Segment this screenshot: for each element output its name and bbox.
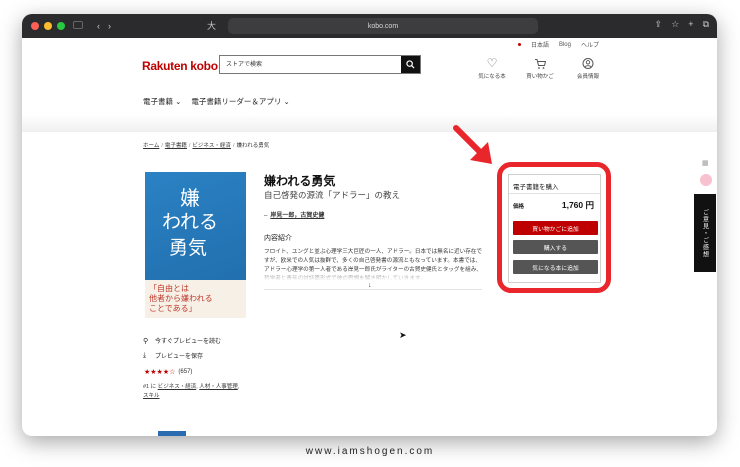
share-icon[interactable]: ⇪ <box>655 19 663 30</box>
browser-toolbar: ‹ › 大 kobo.com ⇪ ☆ + ⧉ <box>22 14 717 38</box>
new-tab-icon[interactable]: + <box>688 19 693 30</box>
header-icons: ♡ 気になる本 買い物かご 会員情報 <box>474 57 606 80</box>
annotation-arrow-icon <box>453 125 492 164</box>
category-rank: #1 に ビジネス・経済, 人材・人事管理, スキル <box>143 384 240 399</box>
nav-ebooks[interactable]: 電子書籍 ⌄ <box>143 96 181 107</box>
language-flag-icon <box>517 43 521 46</box>
help-link[interactable]: ヘルプ <box>581 40 599 49</box>
watermark: www.iamshogen.com <box>305 446 435 457</box>
user-icon <box>582 58 594 69</box>
scroll-indicator <box>158 431 186 436</box>
cover-title-line3: 勇気 <box>169 237 208 259</box>
browser-window: ‹ › 大 kobo.com ⇪ ☆ + ⧉ 日本語 Blog ヘルプ Raku… <box>22 14 717 436</box>
rank-category-hr[interactable]: 人材・人事管理 <box>199 384 238 390</box>
utility-links: 日本語 Blog ヘルプ <box>517 40 599 49</box>
main-nav: 電子書籍 ⌄ 電子書籍リーダー＆アプリ ⌄ <box>143 96 290 107</box>
search-icon <box>406 60 415 69</box>
address-bar[interactable]: kobo.com <box>228 18 538 34</box>
tab-overview-icon[interactable]: ⧉ <box>703 19 709 30</box>
account-button[interactable]: 会員情報 <box>570 57 606 80</box>
book-cover[interactable]: 嫌 われる 勇気 「自由とは 他者から嫌われる ことである」 <box>145 172 246 318</box>
heart-icon: ♡ <box>486 56 498 70</box>
description-heading: 内容紹介 <box>264 235 292 242</box>
zoom-window-button[interactable] <box>57 22 65 30</box>
breadcrumb-ebooks[interactable]: 電子書籍 <box>165 143 187 149</box>
tab-glyph[interactable]: 大 <box>207 21 216 31</box>
window-controls <box>31 22 65 30</box>
cart-icon <box>535 59 546 69</box>
download-icon: ⤓ <box>143 351 147 359</box>
language-select[interactable]: 日本語 <box>531 40 549 49</box>
close-window-button[interactable] <box>31 22 39 30</box>
description-fade <box>264 269 482 281</box>
rank-category-business[interactable]: ビジネス・経済 <box>158 384 197 390</box>
breadcrumb-current: 嫌われる勇気 <box>236 143 270 149</box>
url-text: kobo.com <box>367 22 399 30</box>
book-title: 嫌われる勇気 <box>264 174 336 188</box>
breadcrumb: ホーム / 電子書籍 / ビジネス・経済 / 嫌われる勇気 <box>143 143 270 149</box>
search-button[interactable] <box>401 56 420 73</box>
feedback-tab[interactable]: ご意見・ご感想 <box>694 194 716 272</box>
search-input[interactable] <box>220 56 401 73</box>
store-search <box>219 55 421 74</box>
qr-icon[interactable]: ▦ <box>702 159 709 167</box>
blog-link[interactable]: Blog <box>559 42 571 48</box>
rating-count: (657) <box>178 369 193 375</box>
cart-button[interactable]: 買い物かご <box>522 57 558 80</box>
sidebar-icon[interactable] <box>73 21 83 31</box>
magnifier-icon: ⚲ <box>143 337 149 345</box>
highlight-box <box>497 162 611 293</box>
breadcrumb-business[interactable]: ビジネス・経済 <box>192 143 231 149</box>
forward-icon[interactable]: › <box>108 21 111 31</box>
rank-category-skills[interactable]: スキル <box>143 393 160 399</box>
description-divider <box>264 289 482 290</box>
star-rating-icon: ★★★★☆ <box>144 369 176 376</box>
side-badge-icon[interactable] <box>700 174 712 186</box>
nav-readers-apps[interactable]: 電子書籍リーダー＆アプリ ⌄ <box>191 96 289 107</box>
back-icon[interactable]: ‹ <box>97 21 100 31</box>
author-link[interactable]: 岸見一郎，古賀史健 <box>270 213 324 219</box>
expand-description-chevron-icon[interactable]: ↓ <box>368 282 372 289</box>
rakuten-kobo-logo[interactable]: Rakuten kobo <box>142 59 218 73</box>
mouse-cursor-icon: ➤ <box>399 330 407 340</box>
toolbar-actions: ⇪ ☆ + ⧉ <box>655 19 709 30</box>
rating[interactable]: ★★★★☆ (657) <box>144 368 192 376</box>
bookmark-star-icon[interactable]: ☆ <box>671 19 679 30</box>
cover-title-line2: われる <box>162 211 219 233</box>
cover-quote-line3: ことである」 <box>149 304 197 313</box>
minimize-window-button[interactable] <box>44 22 52 30</box>
preview-links: ⚲ 今すぐプレビューを読む ⤓ プレビューを保存 <box>143 336 221 366</box>
wishlist-button[interactable]: ♡ 気になる本 <box>474 57 510 80</box>
save-preview-link[interactable]: ⤓ プレビューを保存 <box>143 351 221 361</box>
breadcrumb-home[interactable]: ホーム <box>143 143 159 149</box>
read-preview-link[interactable]: ⚲ 今すぐプレビューを読む <box>143 336 221 346</box>
book-subtitle: 自己啓発の源流「アドラー」の教え <box>264 190 401 200</box>
header-divider-band <box>22 114 717 132</box>
book-authors: – 岸見一郎，古賀史健 <box>264 213 325 219</box>
